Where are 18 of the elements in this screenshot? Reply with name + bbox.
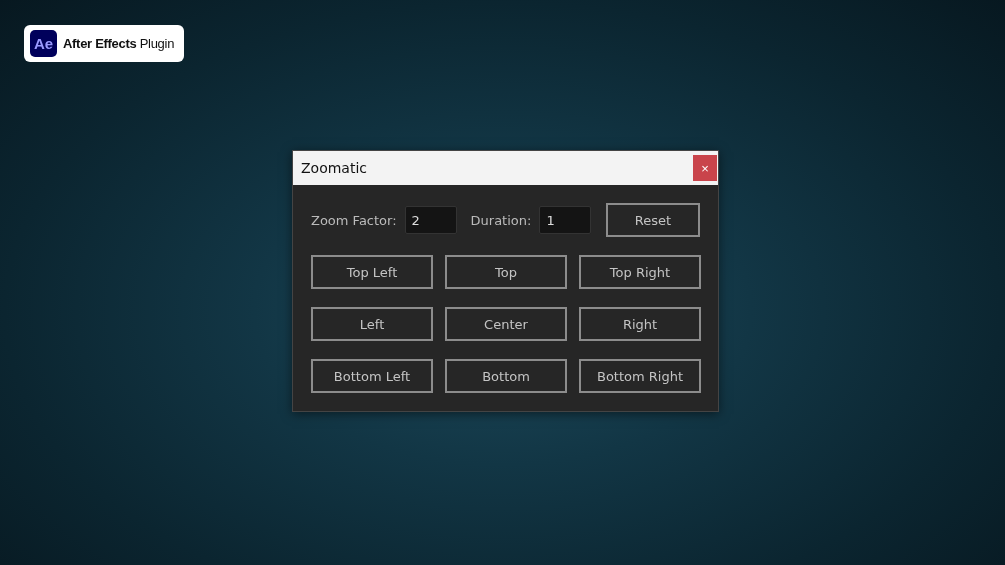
position-button[interactable]: Left — [311, 307, 433, 341]
position-button[interactable]: Center — [445, 307, 567, 341]
app-logo: Ae — [30, 30, 57, 57]
position-button[interactable]: Bottom — [445, 359, 567, 393]
position-button[interactable]: Top Right — [579, 255, 701, 289]
field-label: Zoom Factor: — [311, 212, 397, 228]
close-button[interactable]: × — [693, 155, 717, 181]
field-label: Duration: — [470, 212, 532, 228]
position-button[interactable]: Top — [445, 255, 567, 289]
reset-button[interactable]: Reset — [606, 203, 700, 237]
position-button[interactable]: Bottom Right — [579, 359, 701, 393]
position-button[interactable]: Top Left — [311, 255, 433, 289]
input-field[interactable]: 2 — [404, 206, 457, 234]
badge-label: After Effects Plugin — [63, 36, 175, 51]
input-field[interactable]: 1 — [539, 206, 592, 234]
position-button[interactable]: Bottom Left — [311, 359, 433, 393]
window-title: Zoomatic — [301, 160, 367, 176]
position-button[interactable]: Right — [579, 307, 701, 341]
